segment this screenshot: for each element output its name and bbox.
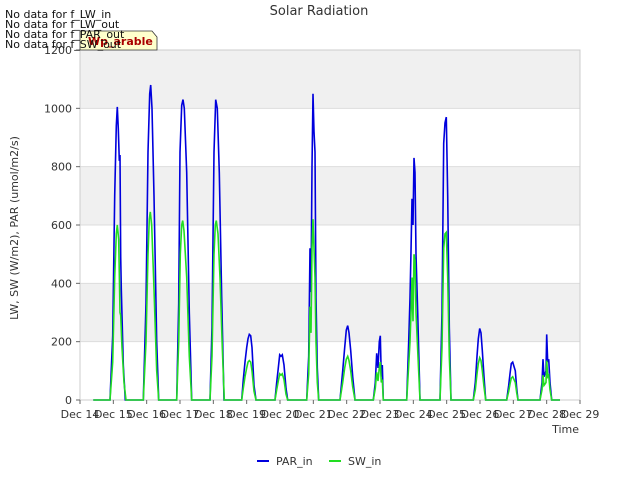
series-layer [93, 84, 560, 401]
y-tick-label: 400 [51, 277, 72, 290]
series-line-par-in [93, 84, 560, 401]
solar-radiation-chart: 020040060080010001200 Dec 14Dec 15Dec 16… [8, 4, 600, 468]
y-axis-label: LW, SW (W/m2), PAR (umol/m2/s) [8, 136, 21, 320]
y-tick-label: 1000 [44, 102, 72, 115]
legend: PAR_in SW_in [257, 455, 381, 468]
x-axis-label: Time [551, 423, 579, 436]
y-tick-label: 600 [51, 219, 72, 232]
y-tick-label: 0 [65, 394, 72, 407]
no-data-note: No data for f_SW_out [5, 38, 122, 51]
background-band [80, 50, 580, 109]
x-tick-label: Dec 29 [561, 408, 600, 421]
chart-title: Solar Radiation [270, 4, 369, 19]
y-axis-ticks: 020040060080010001200 [44, 44, 80, 407]
legend-label: PAR_in [276, 455, 313, 468]
y-tick-label: 800 [51, 161, 72, 174]
legend-label: SW_in [348, 455, 381, 468]
y-tick-label: 200 [51, 336, 72, 349]
x-axis-ticks: Dec 14Dec 15Dec 16Dec 17Dec 18Dec 19Dec … [61, 400, 600, 421]
